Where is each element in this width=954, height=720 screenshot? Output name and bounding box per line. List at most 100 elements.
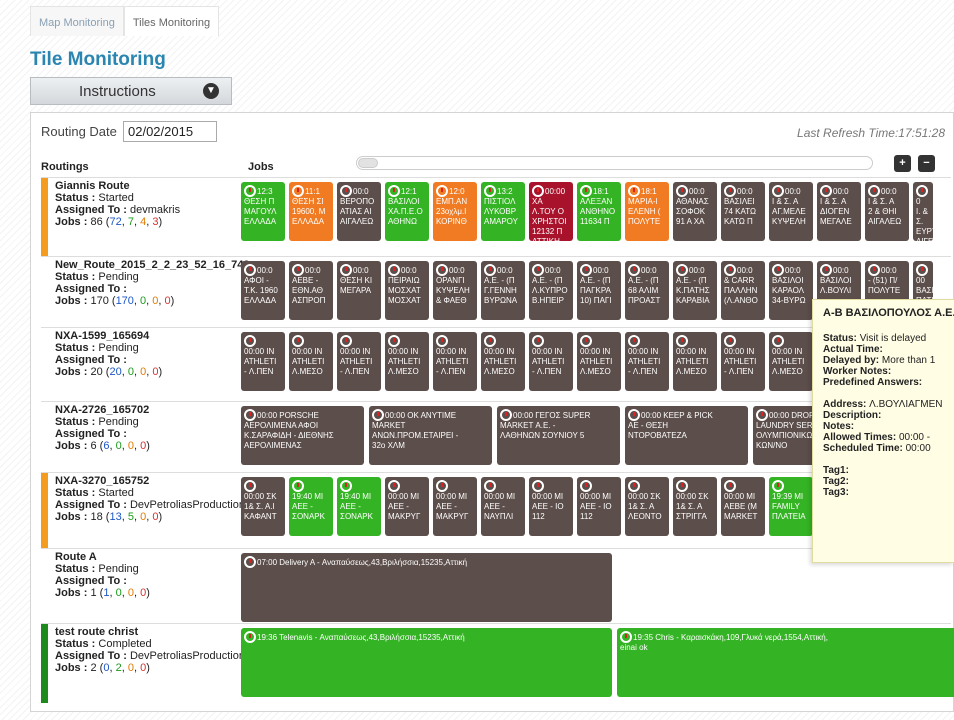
job-tile[interactable]: 00:0 Ι & Σ. Α 2 & ΘΗΙ ΑΙΓΑΛΕΩ	[865, 182, 909, 241]
clock-icon	[820, 264, 832, 276]
job-tile[interactable]: 00:0 Α.Ε. - (Π Γ.ΓΕΝΝΗ ΒΥΡΩΝΑ	[481, 261, 525, 320]
clock-icon	[292, 335, 304, 347]
job-tile[interactable]: 00:00 IN ATHLETI Λ.ΜΕΣΟ	[673, 332, 717, 391]
job-tile[interactable]: 13:2 ΠΙΣΤΙΟΛ ΛΥΚΟΒΡ ΑΜΑΡΟΥ	[481, 182, 525, 241]
job-tile[interactable]: 00:00 IN ATHLETI - Λ.ΠΕΝ	[721, 332, 765, 391]
job-tile[interactable]: 00:00 PORSCHE ΑΕΡΟΛΙΜΕΝΑ ΑΦΟΙ Κ.ΣΑΡΑΦΙΔΗ…	[241, 406, 364, 465]
job-tile[interactable]: 12:1 ΒΑΣΙΛΟΙ ΧΑ.Π.Ε.Ο ΑΘΗΝΩ	[385, 182, 429, 241]
job-tile[interactable]: 07:00 Delivery A - Αναπαύσεως,43,Βριλήσσ…	[241, 553, 612, 622]
job-tile[interactable]: 00:0 ΠΕΙΡΑΙΩ ΜΟΣΧΑΤ ΜΟΣΧΑΤ	[385, 261, 429, 320]
tooltip-description-label: Description:	[823, 410, 882, 421]
job-tile[interactable]: 00:00 IN ATHLETI Λ.ΜΕΣΟ	[385, 332, 429, 391]
job-tile[interactable]: 00:0 ΒΕΡΟΠΟ ΑΤΙΑΣ ΑΙ ΑΙΓΑΛΕΩ	[337, 182, 381, 241]
job-tile[interactable]: 00:00 IN ATHLETI Λ.ΜΕΣΟ	[481, 332, 525, 391]
job-tile[interactable]: 12:0 ΕΜΠ.ΑΝ 23οχλμ.Ι ΚΟΡΙΝΘ	[433, 182, 477, 241]
job-tile[interactable]: 00:0 & CARR ΠΑΛΛΗΝ (Λ.ΑΝΘΟ	[721, 261, 765, 320]
tooltip-address-value: Λ.ΒΟΥΛΙΑΓΜΕΝ	[869, 399, 943, 410]
job-tile[interactable]: 12:3 ΘΕΣΗ Π ΜΑΓΟΥΛ ΕΛΛΑΔΑ	[241, 182, 285, 241]
route-jobs-total: 18	[90, 511, 103, 523]
job-tile[interactable]: 00:00 IN ATHLETI - Λ.ΠΕΝ	[337, 332, 381, 391]
job-tile[interactable]: 19:40 ΜΙ ΑΕΕ - ΣΟΝΑΡΚ	[289, 477, 333, 536]
route-name[interactable]: NXA-2726_165702	[55, 404, 245, 416]
job-tile[interactable]: 00:0 ΑΦΟΙ - Τ.Κ. 1960 ΕΛΛΑΔΑ	[241, 261, 285, 320]
route-jobs-total: 20	[90, 366, 103, 378]
job-tile[interactable]: 00:0 ΒΑΣΙΛΕΙ 74 ΚΑΤΩ ΚΑΤΩ Π	[721, 182, 765, 241]
job-tile[interactable]: 00:00 IN ATHLETI - Λ.ΠΕΝ	[241, 332, 285, 391]
route-count-completed: 0	[127, 366, 134, 378]
zoom-in-icon[interactable]: +	[894, 155, 911, 172]
job-tile[interactable]: 00:0 Α.Ε. - (Π Λ.ΚΥΠΡΟ Β.ΗΠΕΙΡ	[529, 261, 573, 320]
job-tile[interactable]: 0 Ι. & Σ. ΕΥΡΥ ΑΙΓΕ	[913, 182, 933, 241]
job-tile[interactable]: 00:00 ΜΙ ΑΕΕ - ΙΟ 112	[529, 477, 573, 536]
job-tile[interactable]: 00:00 IN ATHLETI - Λ.ΠΕΝ	[625, 332, 669, 391]
scrollbar-thumb[interactable]	[358, 158, 378, 168]
job-tile[interactable]: 19:40 ΜΙ ΑΕΕ - ΣΟΝΑΡΚ	[337, 477, 381, 536]
job-tile[interactable]: 00:00 IN ATHLETI - Λ.ΠΕΝ	[433, 332, 477, 391]
clock-icon	[244, 409, 256, 421]
tab-map-monitoring[interactable]: Map Monitoring	[30, 6, 124, 36]
job-tile[interactable]: 00:00 IN ATHLETI Λ.ΜΕΣΟ	[577, 332, 621, 391]
clock-icon	[388, 185, 400, 197]
tooltip-allowed-times-label: Allowed Times:	[823, 432, 897, 443]
route-name[interactable]: test route christ	[55, 626, 245, 638]
instructions-button[interactable]: Instructions ▼	[30, 77, 232, 105]
job-tile[interactable]: 00:00 ΧΑ Λ.ΤΟΥ Ο ΧΡΗΣΤΟΙ 12132 Π ΑΤΤΙΚΗ	[529, 182, 573, 241]
route-count-failed: 3	[152, 216, 159, 228]
job-tile[interactable]: 19:35 Chris - Καραισκάκη,109,Γλυκά νερά,…	[617, 628, 954, 697]
tab-tiles-monitoring[interactable]: Tiles Monitoring	[123, 6, 220, 36]
job-tile[interactable]: 00:0 ΑΕΒΕ - ΕΘΝ.ΑΘ ΑΣΠΡΟΠ	[289, 261, 333, 320]
route-name[interactable]: NXA-3270_165752	[55, 475, 245, 487]
zoom-out-icon[interactable]: −	[918, 155, 935, 172]
job-tile[interactable]: 00:0 ΟΡΑΝΓΙ ΚΥΨΕΛΗ & ΦΑΕΘ	[433, 261, 477, 320]
tooltip-predefined-answers-label: Predefined Answers:	[823, 377, 923, 388]
job-tile[interactable]: 00:0 ΒΑΣΙΛΟΙ ΚΑΡΑΟΛ 34-ΒΥΡΩ	[769, 261, 813, 320]
job-tile[interactable]: 18:1 ΜΑΡΙΑ-Ι ΕΛΕΝΗ ( ΠΟΛΥΤΕ	[625, 182, 669, 241]
job-tile[interactable]: 00:00 ΜΙ ΑΕΕ - ΜΑΚΡΥΓ	[385, 477, 429, 536]
clock-icon	[244, 264, 256, 276]
route-count-failed: 0	[140, 587, 147, 599]
job-tile[interactable]: 00:0 Α.Ε. - (Π Κ.ΠΑΤΗΣ ΚΑΡΑΒΙΑ	[673, 261, 717, 320]
route-status-label: Status :	[55, 487, 96, 499]
route-count-completed: 7	[127, 216, 134, 228]
job-tile[interactable]: 00:0 Α.Ε. - (Π 68 ΑΛΙΜ ΠΡΟΑΣΤ	[625, 261, 669, 320]
job-tile[interactable]: 18:1 ΑΛΕΞΑΝ ΑΝΘΗΝΟ 11634 Π	[577, 182, 621, 241]
tooltip-delayed-by-label: Delayed by:	[823, 355, 880, 366]
clock-icon	[916, 264, 928, 276]
job-tile-text: 19:39 ΜΙ FAMILY ΠΛΑΤΕΙΑ	[772, 492, 806, 521]
job-tile[interactable]: 19:36 Telenavis - Αναπαύσεως,43,Βριλήσσι…	[241, 628, 612, 697]
job-tile[interactable]: 00:00 ΓΕΓΟΣ SUPER MARKET Α.Ε. - ΛΑΘΗΝΩΝ …	[497, 406, 620, 465]
job-tile[interactable]: 00:0 ΘΕΣΗ ΚΙ ΜΕΓΑΡΑ	[337, 261, 381, 320]
job-tile[interactable]: 00:00 IN ATHLETI Λ.ΜΕΣΟ	[289, 332, 333, 391]
job-tile[interactable]: 00:00 ΜΙ ΑΕΕ - ΜΑΚΡΥΓ	[433, 477, 477, 536]
job-tile[interactable]: 11:1 ΘΕΣΗ ΣΙ 19600, Μ ΕΛΛΑΔΑ	[289, 182, 333, 241]
clock-icon	[772, 264, 784, 276]
job-tile[interactable]: 00:0 Α.Ε. - (Π ΠΑΓΚΡΑ 10) ΠΑΓΙ	[577, 261, 621, 320]
route-status-value: Started	[98, 192, 134, 204]
job-tile[interactable]: 00:00 ΣΚ 1& Σ. Α ΣΤΡΙΓΓΑ	[673, 477, 717, 536]
route-name[interactable]: Route A	[55, 551, 245, 563]
route-status-value: Started	[98, 487, 134, 499]
jobs-horizontal-scrollbar[interactable]	[356, 156, 873, 170]
job-tile[interactable]: 00:00 IN ATHLETI - Λ.ΠΕΝ	[529, 332, 573, 391]
route-name[interactable]: NXA-1599_165694	[55, 330, 245, 342]
job-tile-text: 00:00 IN ATHLETI - Λ.ΠΕΝ	[532, 347, 565, 376]
route-count-delayed: 0	[127, 440, 134, 452]
clock-icon	[772, 185, 784, 197]
routing-date-input[interactable]	[123, 121, 217, 142]
job-tile[interactable]: 00:00 KEEP & PICK ΑΕ - ΘΕΣΗ ΝΤΟΡΟΒΑΤΕΖΑ	[625, 406, 748, 465]
route-count-delayed: 0	[127, 587, 134, 599]
job-tile[interactable]: 00:00 ΜΙ ΑΕΕ - ΙΟ 112	[577, 477, 621, 536]
route-name[interactable]: New_Route_2015_2_2_23_52_16_748	[55, 259, 255, 271]
job-tile[interactable]: 00:00 ΜΙ ΑΕΒΕ (Μ MARKET	[721, 477, 765, 536]
job-tile-text: 00:00 KEEP & PICK ΑΕ - ΘΕΣΗ ΝΤΟΡΟΒΑΤΕΖΑ	[628, 411, 713, 440]
job-tile[interactable]: 00:00 OK ANYTIME MARKET ΑΝΩΝ.ΠΡΟΜ.ΕΤΑΙΡΕ…	[369, 406, 492, 465]
job-tile[interactable]: 00:00 ΣΚ 1& Σ. Α ΛΕΟΝΤΟ	[625, 477, 669, 536]
job-tile[interactable]: 19:39 ΜΙ FAMILY ΠΛΑΤΕΙΑ	[769, 477, 813, 536]
job-tile[interactable]: 00:00 ΣΚ 1& Σ. Α.Ι ΚΑΦΑΝΤ	[241, 477, 285, 536]
job-tile[interactable]: 00:0 ΑΘΑΝΑΣ ΣΟΦΟΚ 91 Α ΧΑ	[673, 182, 717, 241]
job-tile[interactable]: 00:0 Ι & Σ. Α ΔΙΟΓΕΝ ΜΕΓΑΛΕ	[817, 182, 861, 241]
job-tile[interactable]: 00:00 IN ATHLETI Λ.ΜΕΣΟ	[769, 332, 813, 391]
route-name[interactable]: Giannis Route	[55, 180, 245, 192]
job-tile[interactable]: 00:0 Ι & Σ. Α ΑΓ.ΜΕΛΕ ΚΥΨΕΛΗ	[769, 182, 813, 241]
job-tile[interactable]: 00:00 ΜΙ ΑΕΕ - ΝΑΥΠΛΙ	[481, 477, 525, 536]
